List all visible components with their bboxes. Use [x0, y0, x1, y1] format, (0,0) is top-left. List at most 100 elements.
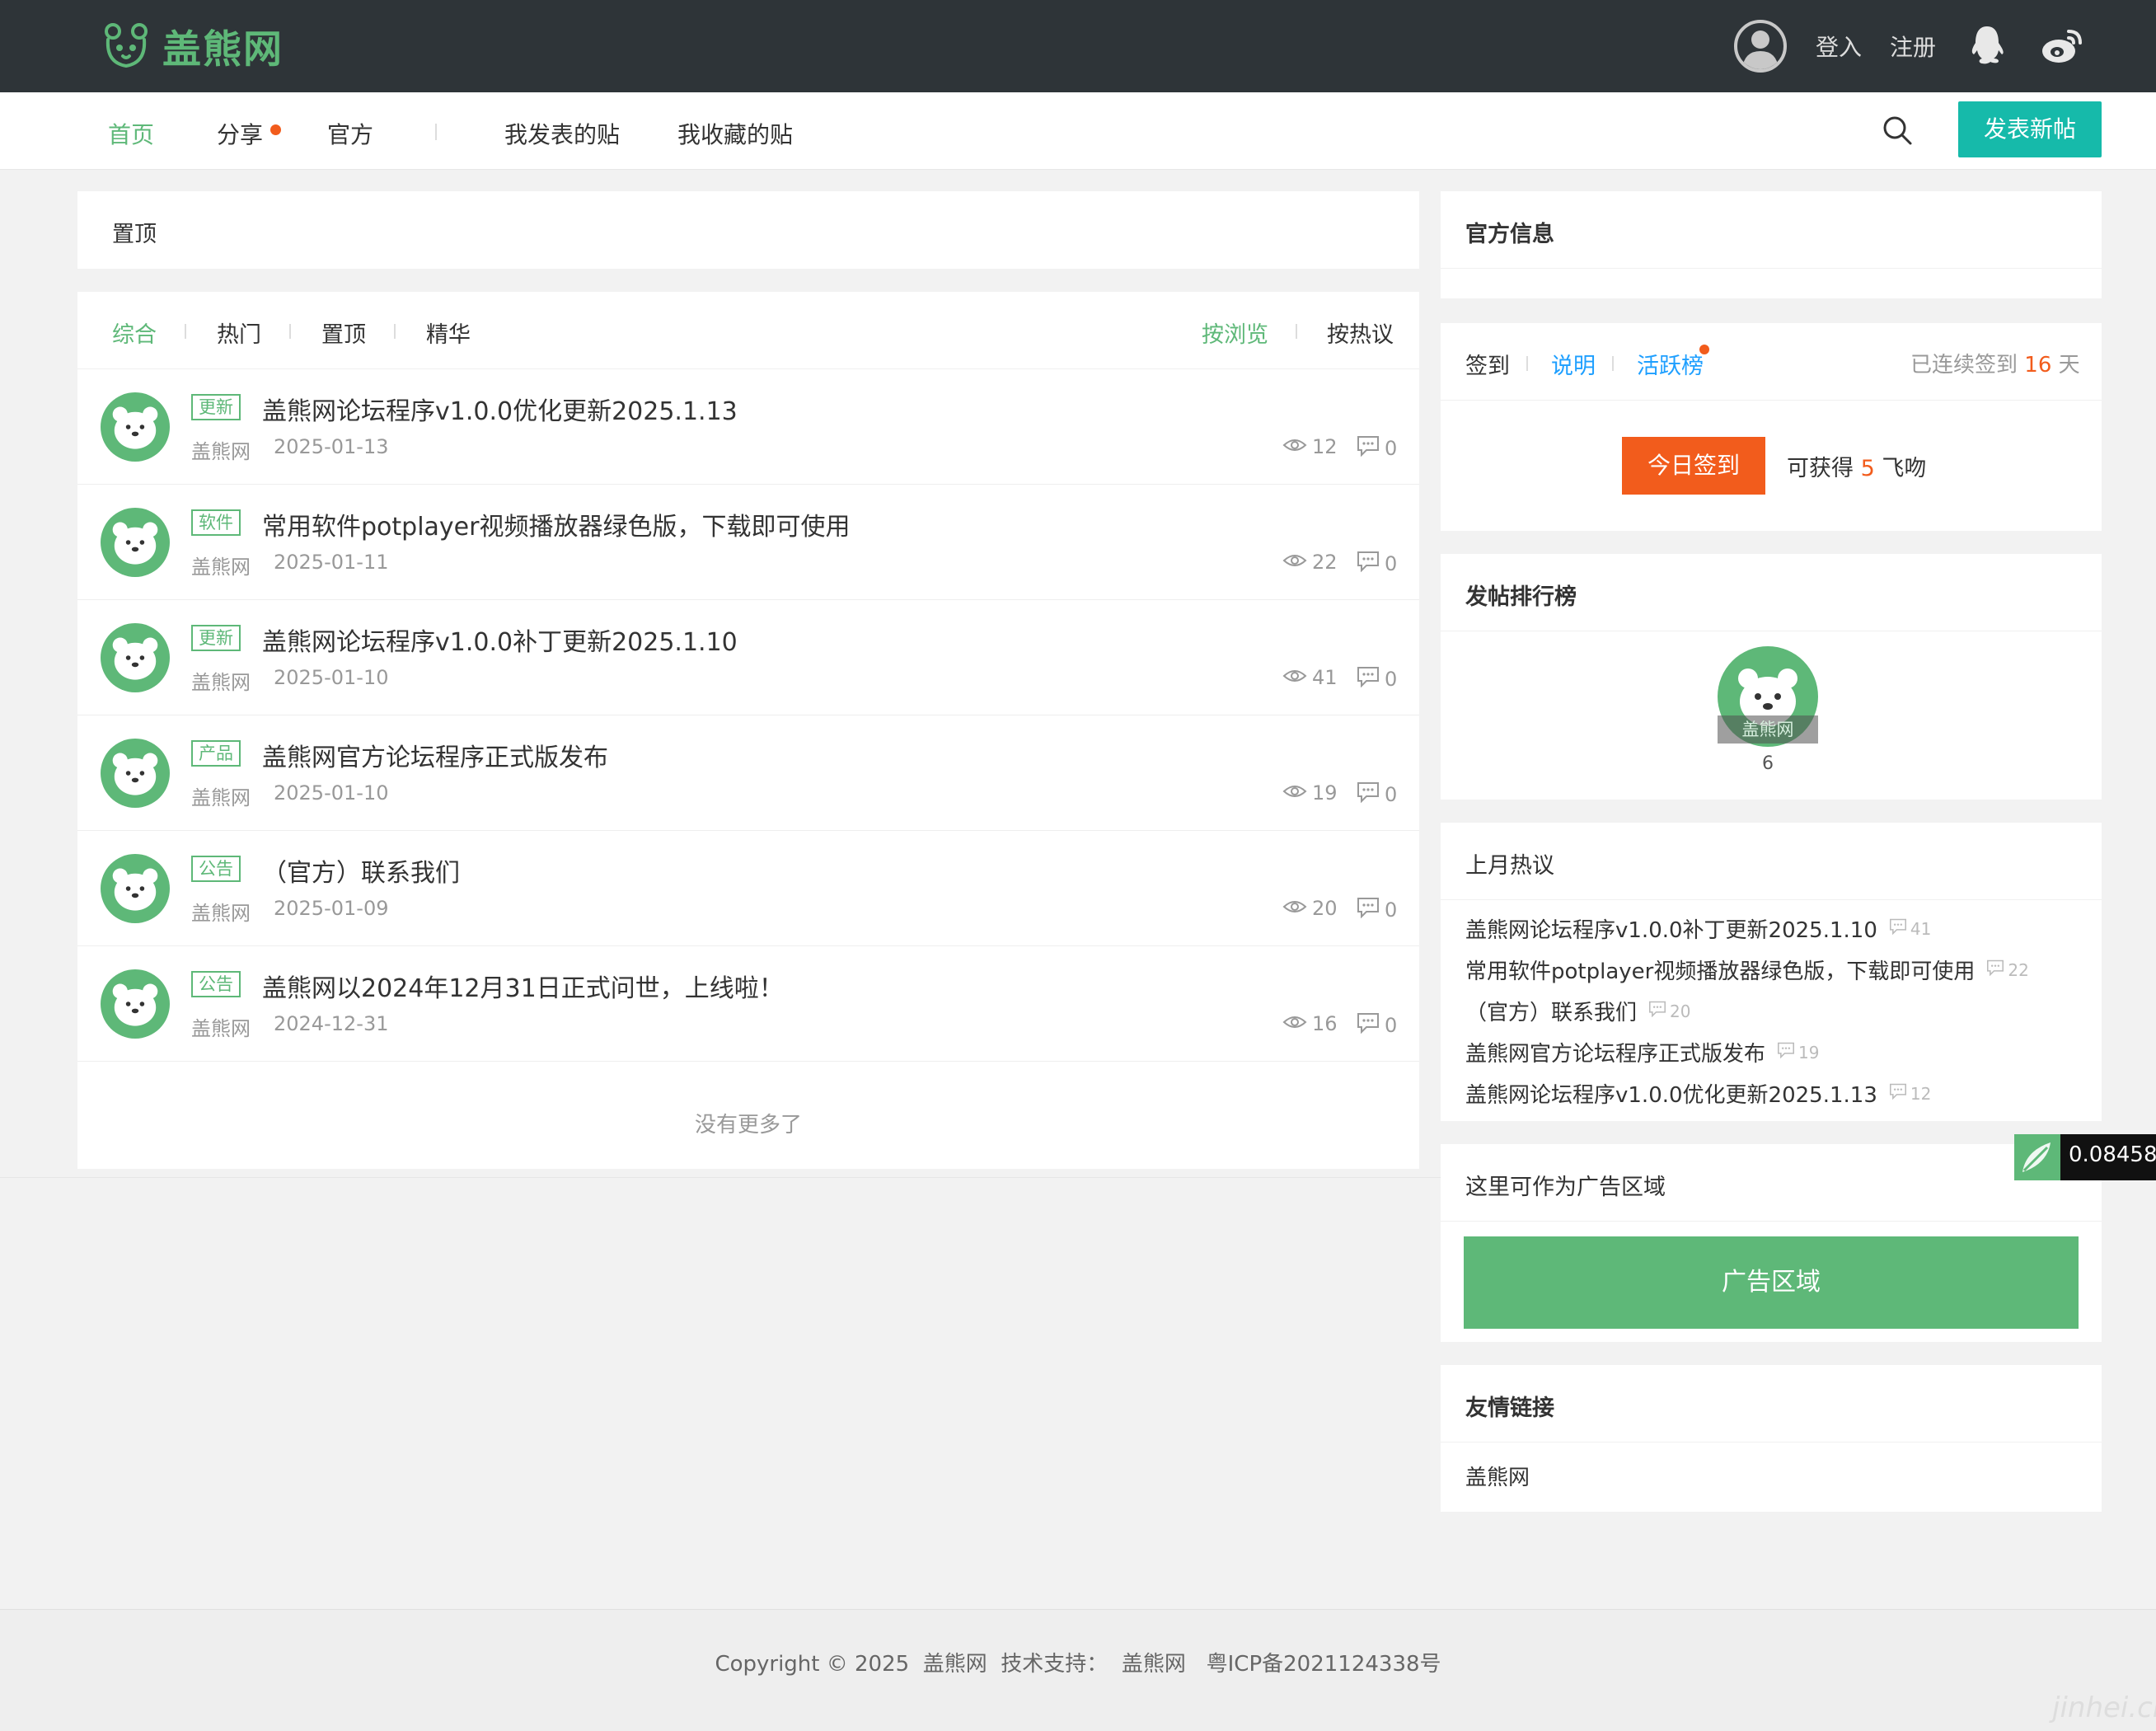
sort-by-comments[interactable]: 按热议 [1327, 317, 1394, 349]
friend-links-title: 友情链接 [1465, 1396, 1554, 1421]
hot-item-count: 12 [1889, 1083, 1931, 1104]
watermark: jinhei.cn [2052, 1691, 2156, 1724]
hot-item-title[interactable]: 盖熊网论坛程序v1.0.0补丁更新2025.1.10 [1465, 913, 1877, 944]
author-avatar[interactable] [101, 392, 170, 462]
hot-item[interactable]: 盖熊网论坛程序v1.0.0补丁更新2025.1.10 41 [1465, 913, 1931, 944]
floating-value: 0.084583 [2069, 1142, 2156, 1167]
post-comments: 0 [1357, 781, 1397, 808]
hot-item-title[interactable]: （官方）联系我们 [1465, 996, 1637, 1026]
comment-icon [1357, 666, 1380, 692]
nav-share[interactable]: 分享 [217, 117, 263, 150]
post-views: 41 [1282, 666, 1338, 689]
post-title[interactable]: 常用软件potplayer视频播放器绿色版，下载即可使用 [262, 506, 850, 542]
post-title[interactable]: 盖熊网论坛程序v1.0.0优化更新2025.1.13 [262, 391, 738, 427]
qq-icon[interactable] [1969, 25, 2005, 69]
search-icon[interactable] [1881, 114, 1914, 150]
filter-pinned[interactable]: 置顶 [321, 317, 366, 349]
hot-item-title[interactable]: 盖熊网官方论坛程序正式版发布 [1465, 1037, 1765, 1067]
post-title[interactable]: 盖熊网官方论坛程序正式版发布 [262, 737, 608, 773]
nav-my-favorites[interactable]: 我收藏的贴 [677, 117, 793, 150]
post-comments: 0 [1357, 897, 1397, 923]
post-author[interactable]: 盖熊网 [191, 551, 251, 579]
author-avatar[interactable] [101, 854, 170, 923]
post-tag: 公告 [191, 971, 241, 997]
no-more-text: 没有更多了 [694, 1113, 802, 1138]
view-count: 16 [1312, 1012, 1338, 1035]
post-row[interactable]: 公告 盖熊网以2024年12月31日正式问世，上线啦！ 盖熊网 2024-12-31 1… [77, 946, 1419, 1062]
eye-icon [1282, 435, 1307, 458]
author-avatar[interactable] [101, 508, 170, 577]
author-avatar[interactable] [101, 623, 170, 692]
hot-count-value: 20 [1670, 1001, 1691, 1021]
post-comments: 0 [1357, 1012, 1397, 1039]
author-avatar[interactable] [101, 969, 170, 1039]
tech-support-link[interactable]: 盖熊网 [1122, 1652, 1186, 1677]
ad-card-title: 这里可作为广告区域 [1465, 1175, 1666, 1200]
new-badge-dot [270, 124, 281, 135]
post-title[interactable]: 盖熊网以2024年12月31日正式问世，上线啦！ [262, 968, 784, 1004]
post-row[interactable]: 产品 盖熊网官方论坛程序正式版发布 盖熊网 2025-01-10 19 0 [77, 715, 1419, 831]
tab-divider [1526, 356, 1528, 371]
post-title[interactable]: 盖熊网论坛程序v1.0.0补丁更新2025.1.10 [262, 622, 738, 658]
comment-icon [1986, 959, 2004, 980]
filter-divider [394, 324, 396, 339]
post-author[interactable]: 盖熊网 [191, 781, 251, 810]
filter-featured[interactable]: 精华 [426, 317, 471, 349]
comment-count: 0 [1385, 1014, 1398, 1037]
post-row[interactable]: 软件 常用软件potplayer视频播放器绿色版，下载即可使用 盖熊网 2025-01… [77, 485, 1419, 600]
new-post-button[interactable]: 发表新帖 [1958, 101, 2102, 157]
view-count: 20 [1312, 897, 1338, 920]
post-views: 16 [1282, 1012, 1338, 1035]
comment-icon [1357, 897, 1380, 923]
eye-icon [1282, 551, 1307, 574]
hot-item[interactable]: （官方）联系我们 20 [1465, 996, 1690, 1026]
post-comments: 0 [1357, 435, 1397, 462]
site-logo[interactable]: 盖熊网 [101, 18, 284, 73]
icp-number[interactable]: 粤ICP备2021124338号 [1207, 1652, 1441, 1677]
ranking-user-name: 盖熊网 [1718, 715, 1818, 744]
hot-item[interactable]: 盖熊网论坛程序v1.0.0优化更新2025.1.13 12 [1465, 1078, 1931, 1109]
filter-all[interactable]: 综合 [112, 317, 157, 349]
sort-by-views[interactable]: 按浏览 [1202, 317, 1268, 349]
hot-item[interactable]: 盖熊网官方论坛程序正式版发布 19 [1465, 1037, 1819, 1067]
nav-home[interactable]: 首页 [108, 117, 154, 150]
post-comments: 0 [1357, 666, 1397, 692]
user-avatar-icon[interactable] [1734, 20, 1787, 73]
author-avatar[interactable] [101, 739, 170, 808]
post-author[interactable]: 盖熊网 [191, 1012, 251, 1041]
post-title[interactable]: （官方）联系我们 [262, 852, 460, 889]
daily-sign-in-button[interactable]: 今日签到 [1622, 437, 1765, 495]
hot-item-title[interactable]: 常用软件potplayer视频播放器绿色版，下载即可使用 [1465, 955, 1975, 985]
post-comments: 0 [1357, 551, 1397, 577]
nav-divider [435, 124, 437, 140]
tab-sign-in[interactable]: 签到 [1465, 348, 1510, 380]
post-date: 2025-01-09 [274, 897, 389, 920]
hot-count-value: 19 [1798, 1042, 1820, 1063]
register-link[interactable]: 注册 [1890, 30, 1936, 63]
eye-icon [1282, 666, 1307, 689]
post-row[interactable]: 更新 盖熊网论坛程序v1.0.0优化更新2025.1.13 盖熊网 2025-01-1… [77, 369, 1419, 485]
tab-active-ranking[interactable]: 活跃榜 [1637, 348, 1704, 380]
ad-banner[interactable]: 广告区域 [1464, 1236, 2079, 1329]
hot-item[interactable]: 常用软件potplayer视频播放器绿色版，下载即可使用 22 [1465, 955, 2029, 985]
friend-link[interactable]: 盖熊网 [1465, 1461, 1530, 1491]
post-row[interactable]: 更新 盖熊网论坛程序v1.0.0补丁更新2025.1.10 盖熊网 2025-01-1… [77, 600, 1419, 715]
nav-official[interactable]: 官方 [327, 117, 373, 150]
filter-divider [185, 324, 186, 339]
post-author[interactable]: 盖熊网 [191, 666, 251, 695]
post-author[interactable]: 盖熊网 [191, 897, 251, 926]
view-count: 22 [1312, 551, 1338, 574]
ranking-post-count: 6 [1762, 753, 1774, 774]
post-row[interactable]: 公告 （官方）联系我们 盖熊网 2025-01-09 20 0 [77, 831, 1419, 946]
weibo-icon[interactable] [2039, 25, 2085, 69]
hot-item-title[interactable]: 盖熊网论坛程序v1.0.0优化更新2025.1.13 [1465, 1078, 1877, 1109]
filter-hot[interactable]: 热门 [217, 317, 261, 349]
footer-site-link[interactable]: 盖熊网 [923, 1652, 987, 1677]
streak-prefix: 已连续签到 [1910, 353, 2018, 378]
comment-icon [1648, 1001, 1666, 1021]
post-author[interactable]: 盖熊网 [191, 435, 251, 464]
login-link[interactable]: 登入 [1816, 30, 1862, 63]
nav-my-posts[interactable]: 我发表的贴 [504, 117, 620, 150]
new-badge-dot [1699, 345, 1709, 354]
tab-description[interactable]: 说明 [1551, 348, 1596, 380]
